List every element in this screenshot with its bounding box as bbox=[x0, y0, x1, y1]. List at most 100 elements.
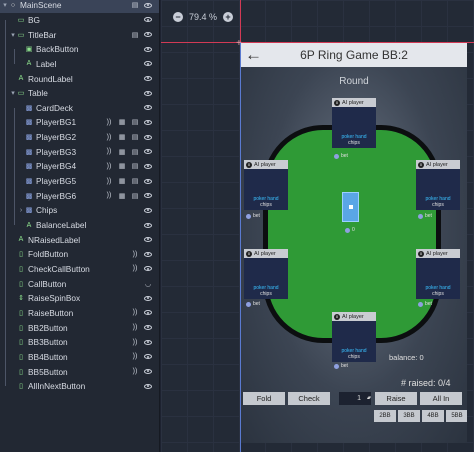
expand-arrow-icon[interactable]: ▾ bbox=[9, 31, 17, 39]
fold-button[interactable]: Fold bbox=[243, 392, 285, 405]
signal-icon[interactable]: )) bbox=[105, 162, 113, 170]
eye-icon[interactable] bbox=[144, 325, 152, 331]
eye-icon[interactable] bbox=[144, 251, 152, 257]
tree-node-carddeck[interactable]: ▩ CardDeck bbox=[0, 101, 159, 116]
signal-icon[interactable]: )) bbox=[105, 118, 113, 126]
tree-node-roundlabel[interactable]: A RoundLabel bbox=[0, 71, 159, 86]
eye-icon[interactable] bbox=[144, 105, 152, 111]
all-in-button[interactable]: All In bbox=[420, 392, 462, 405]
script-icon[interactable]: ▤ bbox=[131, 192, 139, 200]
tree-node-foldbutton[interactable]: ▯ FoldButton)) bbox=[0, 247, 159, 262]
signal-icon[interactable]: )) bbox=[131, 324, 139, 332]
eye-icon[interactable] bbox=[144, 61, 152, 67]
eye-icon[interactable] bbox=[144, 193, 152, 199]
tree-node-callbutton[interactable]: ▯ CallButton ◡ bbox=[0, 276, 159, 291]
tree-node-backbutton[interactable]: ▣ BackButton bbox=[0, 42, 159, 57]
eye-icon[interactable] bbox=[144, 266, 152, 272]
tree-node-bb3button[interactable]: ▯ BB3Button)) bbox=[0, 335, 159, 350]
signal-icon[interactable]: )) bbox=[105, 148, 113, 156]
script-icon[interactable]: ▤ bbox=[131, 31, 139, 39]
eye-icon[interactable] bbox=[144, 76, 152, 81]
eye-icon[interactable] bbox=[144, 310, 152, 316]
eye-icon[interactable] bbox=[144, 119, 152, 125]
expand-arrow-icon[interactable]: › bbox=[17, 207, 25, 214]
eye-icon[interactable] bbox=[144, 134, 152, 140]
bb3-button[interactable]: 3BB bbox=[398, 410, 420, 422]
raise-button[interactable]: Raise bbox=[375, 392, 417, 405]
signal-icon[interactable]: )) bbox=[131, 368, 139, 376]
eye-icon[interactable] bbox=[144, 354, 152, 360]
expand-arrow-icon[interactable]: ▾ bbox=[9, 89, 17, 97]
bb5-button[interactable]: 5BB bbox=[446, 410, 467, 422]
eye-icon[interactable] bbox=[144, 178, 152, 184]
eye-icon[interactable] bbox=[144, 17, 152, 23]
tree-node-bb2button[interactable]: ▯ BB2Button)) bbox=[0, 320, 159, 335]
tree-node-playerbg6[interactable]: ▩ PlayerBG6)) ▦ ▤ bbox=[0, 188, 159, 203]
script-icon[interactable]: ▤ bbox=[131, 118, 139, 126]
group-icon[interactable]: ▦ bbox=[118, 177, 126, 185]
signal-icon[interactable]: )) bbox=[131, 250, 139, 258]
tree-node-label[interactable]: A Label bbox=[0, 57, 159, 72]
hidden-eye-icon[interactable]: ◡ bbox=[144, 280, 152, 288]
group-icon[interactable]: ▦ bbox=[118, 133, 126, 141]
bb2-button[interactable]: 2BB bbox=[374, 410, 396, 422]
tree-node-checkcallbutton[interactable]: ▯ CheckCallButton)) bbox=[0, 262, 159, 277]
eye-icon[interactable] bbox=[144, 207, 152, 213]
check-button[interactable]: Check bbox=[288, 392, 330, 405]
tree-node-bg[interactable]: ▭ BG bbox=[0, 13, 159, 28]
tree-node-bb5button[interactable]: ▯ BB5Button)) bbox=[0, 364, 159, 379]
signal-icon[interactable]: )) bbox=[131, 309, 139, 317]
tree-node-playerbg4[interactable]: ▩ PlayerBG4)) ▦ ▤ bbox=[0, 159, 159, 174]
signal-icon[interactable]: )) bbox=[105, 192, 113, 200]
eye-icon[interactable] bbox=[144, 237, 152, 243]
tree-node-titlebar[interactable]: ▾ ▭ TitleBar ▤ bbox=[0, 27, 159, 42]
tree-node-playerbg5[interactable]: ▩ PlayerBG5)) ▦ ▤ bbox=[0, 174, 159, 189]
group-icon[interactable]: ▦ bbox=[118, 162, 126, 170]
eye-icon[interactable] bbox=[144, 149, 152, 155]
eye-icon[interactable] bbox=[144, 222, 152, 228]
tree-node-balancelabel[interactable]: A BalanceLabel bbox=[0, 218, 159, 233]
tree-node-raisespinbox[interactable]: ⇕ RaiseSpinBox bbox=[0, 291, 159, 306]
group-icon[interactable]: ▦ bbox=[118, 192, 126, 200]
zoom-in-button[interactable]: + bbox=[223, 12, 234, 22]
zoom-level[interactable]: 79.4 % bbox=[189, 12, 217, 22]
zoom-out-button[interactable]: − bbox=[173, 12, 183, 22]
eye-icon[interactable] bbox=[144, 295, 152, 301]
tree-node-allinnextbutton[interactable]: ▯ AllInNextButton bbox=[0, 379, 159, 394]
button-icon: ▯ bbox=[19, 383, 23, 391]
script-icon[interactable]: ▤ bbox=[131, 133, 139, 141]
tree-node-raisebutton[interactable]: ▯ RaiseButton)) bbox=[0, 306, 159, 321]
script-icon[interactable]: ▤ bbox=[131, 1, 139, 9]
signal-icon[interactable]: )) bbox=[105, 177, 113, 185]
group-icon[interactable]: ▦ bbox=[118, 148, 126, 156]
tree-node-nraisedlabel[interactable]: A NRaisedLabel bbox=[0, 232, 159, 247]
eye-icon[interactable] bbox=[144, 46, 152, 52]
tree-node-playerbg3[interactable]: ▩ PlayerBG3)) ▦ ▤ bbox=[0, 145, 159, 160]
eye-icon[interactable] bbox=[144, 383, 152, 389]
group-icon[interactable]: ▦ bbox=[118, 118, 126, 126]
tree-node-playerbg2[interactable]: ▩ PlayerBG2)) ▦ ▤ bbox=[0, 130, 159, 145]
tree-node-table[interactable]: ▾ ▭ Table bbox=[0, 86, 159, 101]
signal-icon[interactable]: )) bbox=[131, 265, 139, 273]
round-label: Round bbox=[339, 76, 369, 87]
tree-node-bb4button[interactable]: ▯ BB4Button)) bbox=[0, 350, 159, 365]
tree-node-label: BackButton bbox=[36, 44, 79, 55]
signal-icon[interactable]: )) bbox=[105, 133, 113, 141]
signal-icon[interactable]: )) bbox=[131, 338, 139, 346]
signal-icon[interactable]: )) bbox=[131, 353, 139, 361]
eye-icon[interactable] bbox=[144, 2, 152, 8]
script-icon[interactable]: ▤ bbox=[131, 148, 139, 156]
tree-node-chips[interactable]: › ▩ Chips bbox=[0, 203, 159, 218]
expand-arrow-icon[interactable]: ▾ bbox=[1, 1, 9, 9]
tree-node-mainscene[interactable]: ▾ ○ MainScene ▤ bbox=[0, 0, 159, 13]
eye-icon[interactable] bbox=[144, 369, 152, 374]
eye-icon[interactable] bbox=[144, 90, 152, 96]
eye-icon[interactable] bbox=[144, 339, 152, 345]
eye-icon[interactable] bbox=[144, 163, 152, 169]
script-icon[interactable]: ▤ bbox=[131, 177, 139, 185]
eye-icon[interactable] bbox=[144, 32, 152, 38]
raise-spinbox[interactable]: 1 bbox=[339, 392, 371, 405]
bb4-button[interactable]: 4BB bbox=[422, 410, 444, 422]
tree-node-playerbg1[interactable]: ▩ PlayerBG1)) ▦ ▤ bbox=[0, 115, 159, 130]
script-icon[interactable]: ▤ bbox=[131, 162, 139, 170]
